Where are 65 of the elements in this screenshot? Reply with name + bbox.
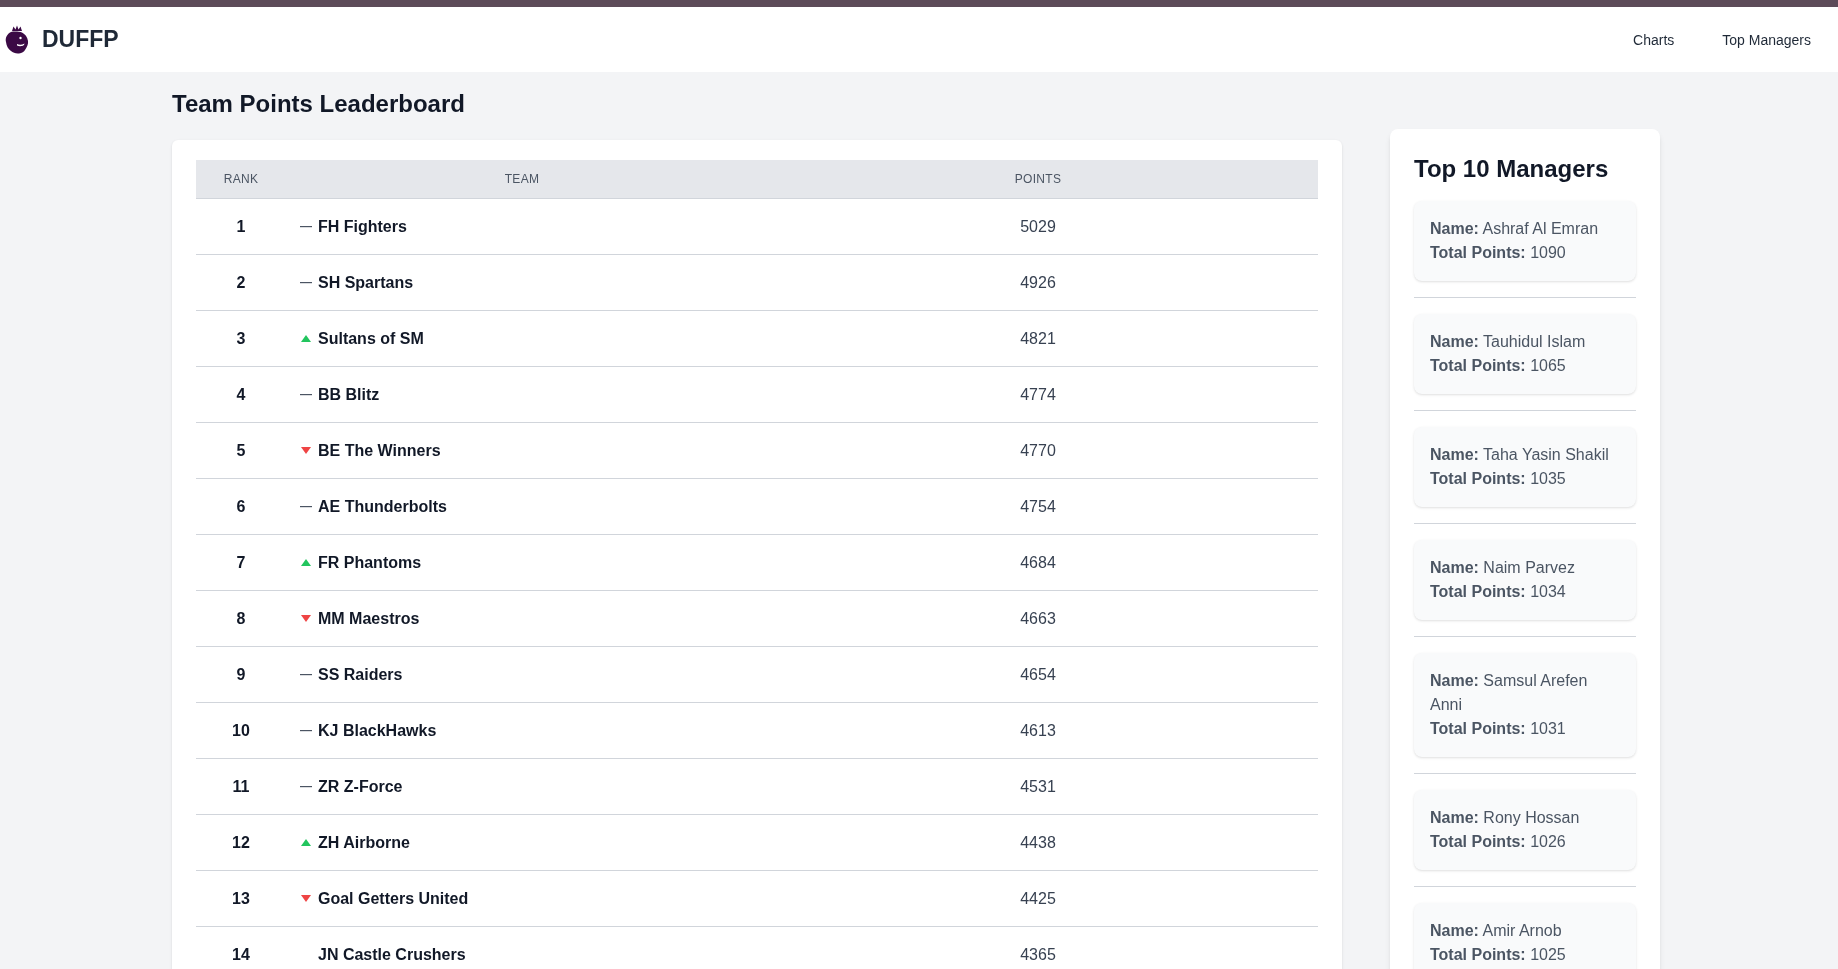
points-value: 4684 xyxy=(1020,552,1056,573)
rank-number: 3 xyxy=(236,328,246,349)
manager-points: Total Points: 1065 xyxy=(1430,356,1567,376)
team-name: FH Fighters xyxy=(318,216,407,237)
points-value: 4926 xyxy=(1020,272,1056,293)
points-value: 4770 xyxy=(1020,440,1056,461)
points-value: 4654 xyxy=(1020,664,1056,685)
team-name: BB Blitz xyxy=(318,384,380,405)
panel-title: Top 10 Managers xyxy=(1414,154,1610,184)
manager-points: Total Points: 1090 xyxy=(1430,243,1567,263)
team-name: Sultans of SM xyxy=(318,328,424,349)
nav-link[interactable]: Top Managers xyxy=(1698,29,1835,50)
rank-number: 4 xyxy=(236,384,246,405)
column-header: TEAM xyxy=(504,171,540,187)
manager-points: Total Points: 1035 xyxy=(1430,469,1567,489)
rank-number: 5 xyxy=(236,440,246,461)
rank-number: 14 xyxy=(232,944,250,965)
rank-number: 11 xyxy=(232,776,250,797)
rank-number: 10 xyxy=(232,720,250,741)
team-name: ZR Z-Force xyxy=(318,776,403,797)
points-value: 5029 xyxy=(1020,216,1056,237)
points-value: 4754 xyxy=(1020,496,1056,517)
points-value: 4531 xyxy=(1020,776,1056,797)
manager-points: Total Points: 1025 xyxy=(1430,945,1567,965)
rank-number: 2 xyxy=(236,272,246,293)
manager-name: Name: Amir Arnob xyxy=(1430,921,1563,941)
nav-link[interactable]: Charts xyxy=(1609,29,1699,50)
rank-number: 13 xyxy=(232,888,250,909)
team-name: KJ BlackHawks xyxy=(318,720,437,741)
team-name: ZH Airborne xyxy=(318,832,410,853)
team-name: SH Spartans xyxy=(318,272,414,293)
column-header: RANK xyxy=(223,171,259,187)
manager-points: Total Points: 1031 xyxy=(1430,719,1567,739)
manager-name: Name: Rony Hossan xyxy=(1430,808,1581,828)
team-name: FR Phantoms xyxy=(318,552,422,573)
points-value: 4821 xyxy=(1020,328,1056,349)
points-value: 4774 xyxy=(1020,384,1056,405)
rank-number: 9 xyxy=(236,664,246,685)
manager-name: Name: Ashraf Al Emran xyxy=(1430,219,1600,239)
rank-number: 6 xyxy=(236,496,246,517)
manager-points: Total Points: 1026 xyxy=(1430,832,1567,852)
manager-points: Total Points: 1034 xyxy=(1430,582,1567,602)
team-name: MM Maestros xyxy=(318,608,420,629)
team-name: Goal Getters United xyxy=(318,888,469,909)
points-value: 4438 xyxy=(1020,832,1056,853)
rank-number: 1 xyxy=(236,216,246,237)
points-value: 4365 xyxy=(1020,944,1056,965)
manager-name: Name: Samsul Arefen Anni xyxy=(1430,671,1589,715)
rank-number: 7 xyxy=(236,552,246,573)
team-name: BE The Winners xyxy=(318,440,441,461)
points-value: 4425 xyxy=(1020,888,1056,909)
crowned-head-icon xyxy=(5,25,29,54)
manager-name: Name: Tauhidul Islam xyxy=(1430,332,1587,352)
team-name: SS Raiders xyxy=(318,664,403,685)
points-value: 4663 xyxy=(1020,608,1056,629)
team-name: JN Castle Crushers xyxy=(318,944,466,965)
column-header: POINTS xyxy=(1014,171,1062,187)
rank-number: 12 xyxy=(232,832,250,853)
points-value: 4613 xyxy=(1020,720,1056,741)
page-title: Team Points Leaderboard xyxy=(172,89,466,119)
team-name: AE Thunderbolts xyxy=(318,496,447,517)
rank-number: 8 xyxy=(236,608,246,629)
manager-name: Name: Naim Parvez xyxy=(1430,558,1576,578)
manager-name: Name: Taha Yasin Shakil xyxy=(1430,445,1610,465)
brand-name: DUFFP xyxy=(42,28,119,51)
